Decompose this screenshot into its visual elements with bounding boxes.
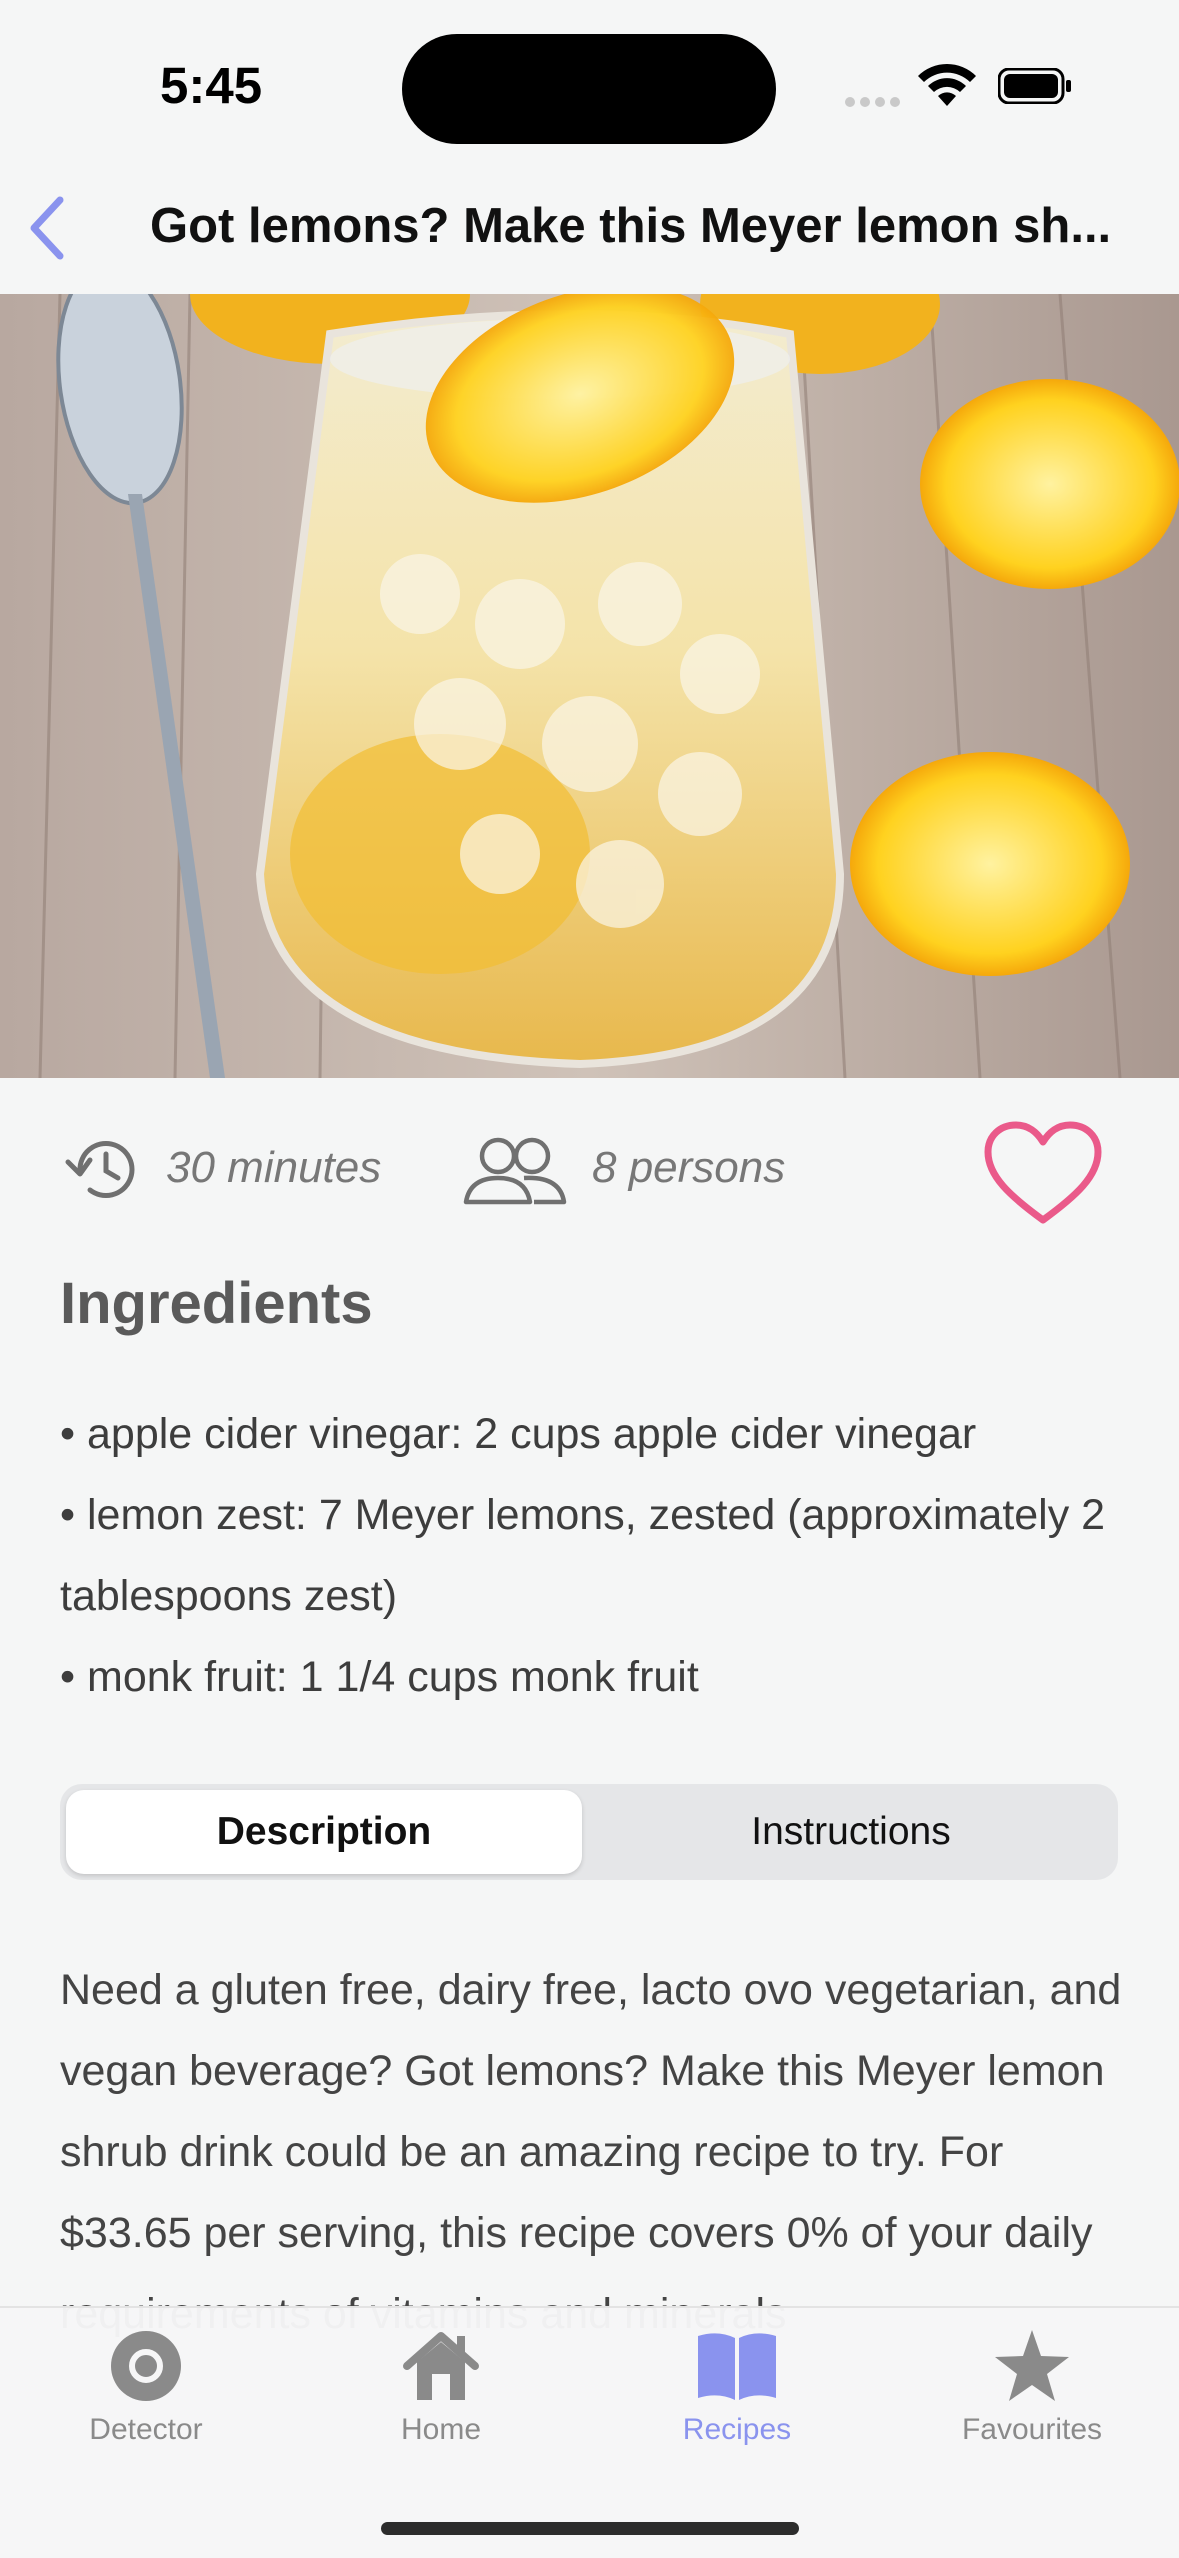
battery-icon [998, 68, 1071, 104]
tab-label: Favourites [961, 2413, 1103, 2446]
book-icon [698, 2333, 776, 2400]
star-icon [995, 2330, 1069, 2401]
segment-instructions[interactable]: Instructions [590, 1790, 1112, 1874]
tab-bar: Detector Home Recipes Favourites [0, 2306, 1179, 2558]
detector-icon [111, 2331, 181, 2401]
tab-label: Recipes [682, 2413, 792, 2446]
people-icon [463, 1137, 567, 1205]
tab-favourites[interactable]: Favourites [932, 2328, 1132, 2447]
content-segmented-control: Description Instructions [60, 1784, 1118, 1880]
tab-label: Detector [89, 2413, 203, 2446]
chevron-left-icon [30, 196, 64, 260]
dynamic-island [402, 34, 776, 144]
ingredient-item: • apple cider vinegar: 2 cups apple cide… [60, 1410, 977, 1458]
tab-detector[interactable]: Detector [46, 2328, 246, 2447]
tab-recipes[interactable]: Recipes [637, 2328, 837, 2447]
wifi-icon [918, 63, 976, 106]
segment-description[interactable]: Description [66, 1790, 582, 1874]
cellular-signal-icon [845, 94, 905, 112]
favorite-button[interactable] [980, 1118, 1106, 1230]
home-indicator [381, 2522, 799, 2535]
prep-time: 30 minutes [166, 1143, 382, 1192]
tab-home[interactable]: Home [341, 2328, 541, 2447]
back-button[interactable] [20, 190, 76, 266]
recipe-description: Need a gluten free, dairy free, lacto ov… [60, 1966, 1122, 2338]
ingredients-list: • apple cider vinegar: 2 cups apple cide… [60, 1394, 1120, 1718]
status-time: 5:45 [160, 57, 263, 114]
ingredient-item: • monk fruit: 1 1/4 cups monk fruit [60, 1653, 699, 1701]
servings: 8 persons [592, 1143, 786, 1192]
ingredient-item: • lemon zest: 7 Meyer lemons, zested (ap… [60, 1491, 1106, 1620]
history-clock-icon [65, 1141, 135, 1198]
ingredients-title: Ingredients [60, 1271, 373, 1336]
house-icon [403, 2332, 479, 2400]
page-title: Got lemons? Make this Meyer lemon sh... [150, 199, 1112, 253]
recipe-image [0, 294, 1179, 1078]
heart-icon [984, 1121, 1102, 1224]
tab-label: Home [400, 2413, 482, 2446]
